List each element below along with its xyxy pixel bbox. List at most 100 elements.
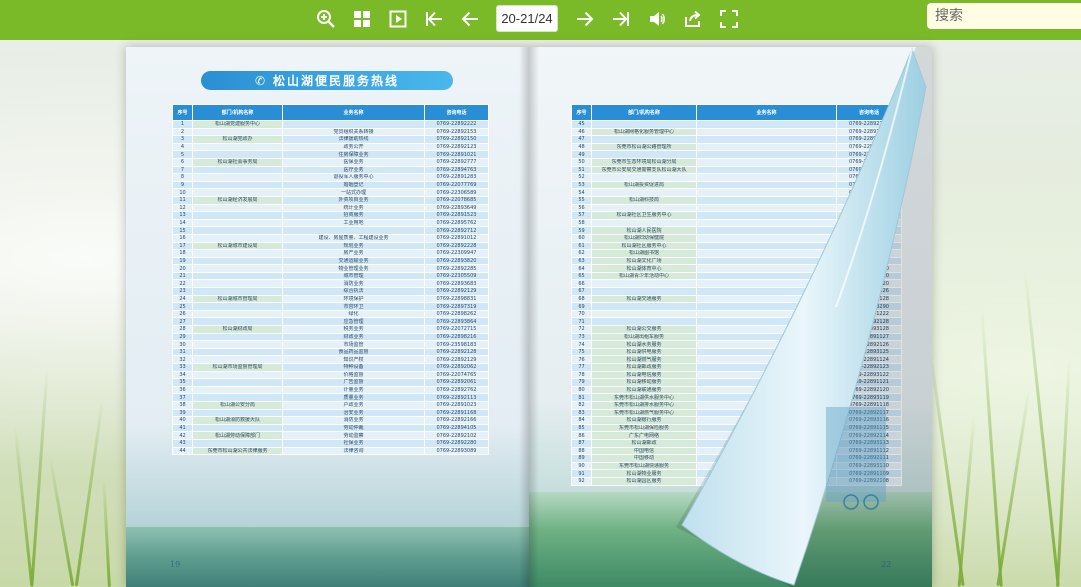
table-row: 25 市容环卫 0769-22897319 — [172, 302, 489, 311]
table-row: 62 松山湖图书馆 0769-22892230 — [571, 249, 902, 258]
department-name — [192, 309, 283, 319]
department-name: 松山湖党政办 — [192, 135, 283, 144]
table-row: 1 松山湖党建服务中心 0769-22892222 — [172, 120, 489, 129]
phone-number: 0769-22897319 — [424, 302, 489, 311]
fullscreen-icon[interactable] — [716, 6, 742, 32]
service-name: 工业用地 — [282, 218, 425, 228]
table-row: 48 东莞市松山湖公路管理所 0769-22891125 — [571, 142, 902, 152]
table-row: 80 松山湖联通服务 0769-22892120 — [571, 385, 902, 395]
row-index: 67 — [571, 287, 592, 296]
department-name: 松山湖邮政 — [591, 438, 697, 448]
search-input[interactable] — [927, 3, 1081, 29]
zoom-in-icon[interactable] — [313, 6, 339, 32]
phone-number: 0769-22891210 — [836, 241, 902, 251]
row-index: 32 — [172, 355, 193, 364]
phone-number: 0769-22892166 — [424, 416, 489, 425]
table-row: 27 应急管理 0769-22893864 — [172, 317, 489, 327]
service-name — [282, 226, 425, 235]
row-index: 11 — [172, 195, 193, 205]
department-name: 中国移动 — [591, 454, 697, 463]
col-header: 序号 — [172, 104, 193, 121]
department-name — [192, 127, 283, 137]
right-page[interactable]: 序号 部门/机构名称 业务名称 咨询电话 45 0769-22892760 46 松山… — [529, 47, 932, 587]
previous-page-icon[interactable] — [457, 6, 483, 32]
department-name: 松山湖公交服务 — [591, 325, 697, 334]
phone-number: 0769-22892108 — [836, 476, 902, 486]
table-row: 7 医疗业务 0769-22894763 — [172, 165, 489, 175]
service-name: 市容环卫 — [282, 302, 425, 311]
service-name: 外资项目业务 — [282, 195, 425, 205]
department-name: 松山湖体育中心 — [591, 264, 697, 273]
next-page-icon[interactable] — [572, 6, 598, 32]
table-row: 44 东莞市松山湖公共法律服务 法律咨询 0769-22893089 — [172, 446, 489, 456]
table-row: 61 松山湖社区服务中心 0769-22891210 — [571, 241, 902, 251]
service-name: 消防业务 — [282, 416, 425, 425]
department-name — [591, 287, 697, 296]
service-name — [696, 378, 837, 387]
department-name: 东莞市松山湖公路管理所 — [591, 142, 697, 152]
phone-number: 0769-22892102 — [424, 431, 489, 440]
row-index: 64 — [571, 264, 592, 273]
row-index: 33 — [172, 363, 193, 372]
department-name: 东莞市生态环境局松山湖分局 — [591, 157, 697, 167]
share-icon[interactable] — [680, 6, 706, 32]
service-name: 物业管理业务 — [282, 264, 425, 273]
row-index: 40 — [172, 416, 193, 425]
row-index: 3 — [172, 135, 193, 144]
department-name — [192, 203, 283, 213]
left-page[interactable]: ✆ 松山湖便民服务热线 序号 部门/机构名称 业务名称 咨询电话 1 松山湖党建服… — [126, 47, 529, 587]
row-index: 85 — [571, 423, 592, 433]
department-name — [192, 256, 283, 266]
row-index: 8 — [172, 173, 193, 182]
department-name — [192, 438, 283, 448]
service-name — [696, 438, 837, 448]
department-name: 松山湖公安分局 — [192, 400, 283, 410]
service-name: 一站式办理 — [282, 188, 425, 197]
table-row: 2 党员组织关系转接 0769-22892153 — [172, 127, 489, 137]
service-name: 劳动仲裁 — [282, 423, 425, 433]
open-book: ✆ 松山湖便民服务热线 序号 部门/机构名称 业务名称 咨询电话 1 松山湖党建服… — [126, 47, 932, 587]
department-name — [591, 302, 697, 311]
phone-number: 0769-22074765 — [424, 370, 489, 380]
phone-number: 0769-22893382 — [836, 211, 902, 220]
row-index: 9 — [172, 180, 193, 190]
table-row: 9 婚姻登记 0769-22077769 — [172, 180, 489, 190]
phone-number: 0769-22893128 — [836, 325, 902, 334]
service-name: 规划业务 — [282, 241, 425, 251]
last-page-icon[interactable] — [608, 6, 634, 32]
table-row: 46 松山湖网格化服务管理中心 0769-22891270 — [571, 127, 902, 137]
service-name: 社保业务 — [282, 438, 425, 448]
row-index: 37 — [172, 393, 193, 402]
sound-icon[interactable] — [644, 6, 670, 32]
row-index: 5 — [172, 150, 193, 159]
service-name: 建设、房屋质量、工程建设业务 — [282, 233, 425, 243]
department-name: 东莞市公安局交通警察支队松山湖大队 — [591, 165, 697, 175]
page-indicator[interactable]: 20-21/24 — [496, 5, 558, 32]
department-name — [192, 317, 283, 327]
phone-number: 0769-22893113 — [836, 438, 902, 448]
table-row: 24 松山湖城市管理局 环境保护 0769-22898831 — [172, 294, 489, 304]
flipbook-toolbar: 20-21/24 — [0, 0, 1081, 40]
phone-number: 0769-22892129 — [424, 287, 489, 296]
table-row: 81 东莞市松山湖供水服务中心 0769-22893119 — [571, 393, 902, 402]
thumbnails-icon[interactable] — [349, 6, 375, 32]
first-page-icon[interactable] — [421, 6, 447, 32]
row-index: 7 — [172, 165, 193, 175]
table-row: 56 0769-22892129 — [571, 203, 902, 213]
department-name — [192, 423, 283, 433]
phone-number: 0769-22891118 — [836, 400, 902, 410]
department-name — [192, 211, 283, 220]
play-icon[interactable] — [385, 6, 411, 32]
service-name — [696, 165, 837, 175]
service-name — [696, 461, 837, 471]
row-index: 55 — [571, 195, 592, 205]
table-row: 67 0769-22891126 — [571, 287, 902, 296]
table-row: 37 质量业务 0769-22892113 — [172, 393, 489, 402]
phone-number: 0769-22891012 — [424, 233, 489, 243]
phone-number: 0769-22892150 — [424, 135, 489, 144]
table-row: 14 工业用地 0769-22895762 — [172, 218, 489, 228]
col-header: 业务名称 — [282, 104, 425, 121]
service-name: 财政业务 — [282, 332, 425, 342]
department-name — [192, 180, 283, 190]
row-index: 83 — [571, 408, 592, 418]
